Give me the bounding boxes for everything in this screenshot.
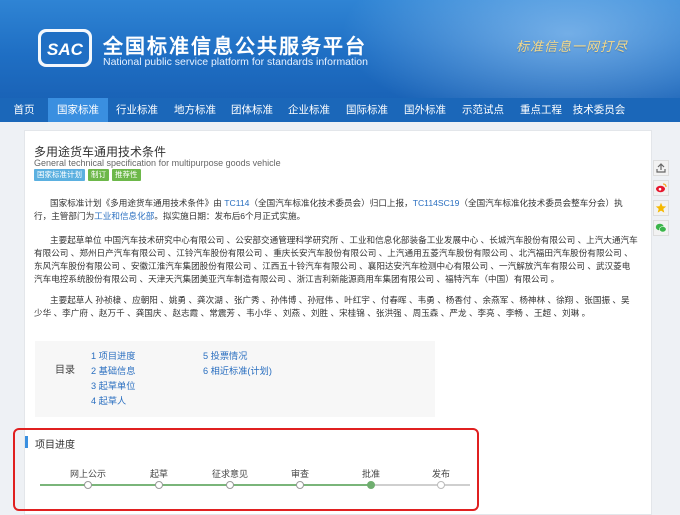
share-icon [656, 163, 666, 173]
wechat-icon [655, 223, 667, 233]
toc-column-2: 5 投票情况 6 相近标准(计划) [203, 349, 272, 379]
toc-item-voting[interactable]: 5 投票情况 [203, 349, 272, 364]
tc114sc19-link[interactable]: TC114SC19 [413, 198, 460, 208]
sac-logo[interactable]: SAC [37, 26, 93, 70]
nav-item-7[interactable]: 国外标准 [396, 98, 454, 122]
weibo-share-button[interactable] [653, 180, 669, 196]
nav-item-10[interactable]: 技术委员会 [570, 98, 628, 122]
share-button[interactable] [653, 160, 669, 176]
toc-item-basic-info[interactable]: 2 基础信息 [91, 364, 135, 379]
site-subtitle: National public service platform for sta… [103, 56, 368, 68]
progress-stage-label: 发布 [431, 469, 451, 479]
nav-item-3[interactable]: 地方标准 [166, 98, 224, 122]
toc-label: 目录 [55, 365, 75, 376]
progress-stage-dot [296, 481, 304, 489]
table-of-contents: 目录 1 项目进度 2 基础信息 3 起草单位 4 起草人 5 投票情况 6 相… [35, 341, 435, 417]
ministry-link[interactable]: 工业和信息化部 [94, 211, 154, 221]
nav-item-8[interactable]: 示范试点 [454, 98, 512, 122]
nav-item-2[interactable]: 行业标准 [108, 98, 166, 122]
star-icon [655, 202, 667, 213]
main-nav: 首页 国家标准 行业标准 地方标准 团体标准 企业标准 国际标准 国外标准 示范试点 重点工程 技术… [0, 98, 680, 122]
tag-nature: 推荐性 [112, 169, 141, 181]
nav-item-0[interactable]: 首页 [0, 98, 48, 122]
toc-item-drafting-units[interactable]: 3 起草单位 [91, 379, 135, 394]
toc-item-progress[interactable]: 1 项目进度 [91, 349, 135, 364]
wechat-share-button[interactable] [653, 220, 669, 236]
site-title: 全国标准信息公共服务平台 [103, 36, 367, 58]
tag-stage: 制订 [88, 169, 109, 181]
progress-stage-label: 批准 [361, 469, 381, 479]
site-header: SAC 全国标准信息公共服务平台 National public service… [0, 0, 680, 98]
toc-item-similar-standards[interactable]: 6 相近标准(计划) [203, 364, 272, 379]
tag-type: 国家标准计划 [34, 169, 85, 181]
nav-item-9[interactable]: 重点工程 [512, 98, 570, 122]
progress-stage-label: 征求意见 [211, 469, 249, 479]
logo-text: SAC [47, 40, 84, 59]
header-glow [340, 0, 680, 98]
progress-stage-dot [367, 481, 375, 489]
progress-stage-label: 起草 [149, 469, 169, 479]
site-slogan: 标准信息一网打尽 [516, 40, 629, 55]
nav-item-6[interactable]: 国际标准 [338, 98, 396, 122]
standard-title-en: General technical specification for mult… [34, 158, 281, 168]
nav-item-4[interactable]: 团体标准 [224, 98, 280, 122]
qzone-share-button[interactable] [653, 200, 669, 216]
nav-item-1[interactable]: 国家标准 [48, 98, 108, 122]
intro-paragraph: 国家标准计划《多用途货车通用技术条件》由 TC114（全国汽车标准化技术委员会）… [34, 198, 623, 221]
share-toolbar [653, 160, 669, 236]
progress-stage-dot [84, 481, 92, 489]
tc114-link[interactable]: TC114 [224, 198, 249, 208]
nav-item-5[interactable]: 企业标准 [280, 98, 338, 122]
progress-stage-label: 网上公示 [69, 469, 107, 479]
progress-stage-dot [155, 481, 163, 489]
toc-item-drafters[interactable]: 4 起草人 [91, 394, 135, 409]
weibo-icon [656, 183, 667, 193]
progress-stage-dot [437, 481, 445, 489]
standard-tags: 国家标准计划 制订 推荐性 [34, 169, 141, 181]
drafting-units-paragraph: 主要起草单位 中国汽车技术研究中心有限公司 、公安部交通管理科学研究所 、工业和… [34, 235, 638, 284]
toc-column-1: 1 项目进度 2 基础信息 3 起草单位 4 起草人 [91, 349, 135, 409]
drafters-paragraph: 主要起草人 孙祯棣 、应朝阳 、姚勇 、龚次湖 、张广秀 、孙伟博 、孙冠伟 、… [34, 295, 630, 318]
progress-stage-dot [226, 481, 234, 489]
progress-stage-label: 审查 [290, 469, 310, 479]
